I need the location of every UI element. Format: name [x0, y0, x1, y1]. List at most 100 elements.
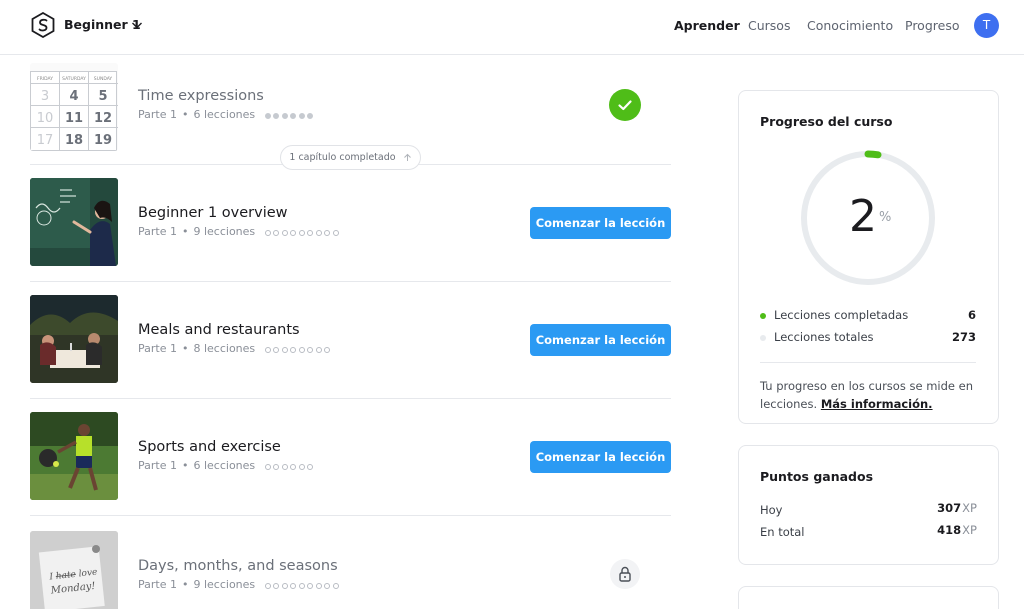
lesson-meta: Parte 1 • 6 lecciones — [138, 108, 316, 122]
total-lessons-value: 273 — [951, 330, 976, 344]
progress-dot — [324, 582, 331, 589]
completed-lessons-label: Lecciones completadas — [774, 308, 909, 322]
lesson-progress-dots — [264, 109, 316, 122]
progress-dot — [298, 463, 305, 470]
lesson-meta: Parte 1 • 8 lecciones — [138, 342, 333, 356]
progress-percent: 2 — [849, 191, 877, 242]
lesson-part: Parte 1 — [138, 225, 177, 238]
progress-dot — [298, 582, 305, 589]
calendar-number: 5 — [98, 89, 107, 104]
calendar-number: 18 — [65, 133, 83, 148]
lesson-meta: Parte 1 • 9 lecciones — [138, 225, 341, 239]
lesson-title: Days, months, and seasons — [138, 558, 338, 574]
chevron-down-icon[interactable] — [130, 18, 144, 32]
lesson-thumbnail — [30, 412, 118, 500]
progress-percent-sign: % — [879, 210, 892, 225]
lesson-row-days-months[interactable]: I hate love Monday! Days, months, and se… — [30, 515, 671, 609]
lesson-thumbnail — [30, 178, 118, 266]
progress-note: Tu progreso en los cursos se mide en lec… — [760, 377, 978, 413]
progress-dot — [307, 582, 314, 589]
chapter-completed-pill[interactable]: 1 capítulo completado — [280, 145, 421, 170]
restaurant-image — [30, 295, 118, 383]
progress-dot — [264, 463, 271, 470]
points-card-title: Puntos ganados — [760, 469, 874, 484]
lesson-part: Parte 1 — [138, 108, 177, 121]
calendar-day-saturday: SATURDAY — [62, 76, 86, 82]
progress-dot — [264, 582, 271, 589]
progress-divider — [760, 362, 976, 363]
calendar-number: 11 — [65, 111, 83, 126]
progress-dot — [315, 582, 322, 589]
start-lesson-button[interactable]: Comenzar la lección — [530, 207, 671, 239]
lesson-part: Parte 1 — [138, 459, 177, 472]
more-info-link[interactable]: Más información. — [821, 397, 933, 411]
progress-dot — [290, 112, 297, 119]
lesson-row-sports[interactable]: Sports and exercise Parte 1 • 6 lecciones … — [30, 398, 671, 515]
lesson-meta: Parte 1 • 9 lecciones — [138, 578, 341, 592]
calendar-day-sunday: SUNDAY — [94, 76, 113, 82]
calendar-number: 4 — [69, 89, 78, 104]
arrow-up-icon — [403, 153, 411, 161]
lesson-meta: Parte 1 • 6 lecciones — [138, 459, 316, 473]
progress-dot — [273, 229, 280, 236]
lesson-thumbnail: I hate love Monday! — [30, 531, 118, 609]
lesson-row-beginner-overview[interactable]: Beginner 1 overview Parte 1 • 9 lecciones … — [30, 164, 671, 281]
calendar-number: 19 — [94, 133, 112, 148]
lesson-progress-dots — [264, 460, 316, 473]
progress-dot — [264, 229, 271, 236]
progress-dot — [264, 112, 271, 119]
progress-dot — [298, 346, 305, 353]
progress-dot — [315, 346, 322, 353]
progress-dot — [298, 112, 305, 119]
lesson-thumbnail — [30, 295, 118, 383]
progress-dot — [273, 346, 280, 353]
progress-dot — [273, 582, 280, 589]
user-avatar[interactable]: T — [974, 13, 999, 38]
lesson-title: Meals and restaurants — [138, 322, 300, 338]
completed-legend-dot — [760, 313, 766, 319]
lesson-part: Parte 1 — [138, 578, 177, 591]
calendar-number: 3 — [41, 89, 49, 104]
progress-dot — [281, 582, 288, 589]
lesson-count: 6 lecciones — [193, 459, 256, 472]
progress-dot — [324, 229, 331, 236]
nav-cursos[interactable]: Cursos — [748, 18, 790, 33]
progress-card-title: Progreso del curso — [760, 114, 893, 129]
progress-dot — [307, 346, 314, 353]
progress-dot — [264, 346, 271, 353]
progress-dot — [298, 229, 305, 236]
points-today-label: Hoy — [760, 503, 783, 517]
progress-dot — [307, 229, 314, 236]
lesson-progress-dots — [264, 343, 333, 356]
lesson-progress-dots — [264, 579, 342, 592]
lesson-count: 9 lecciones — [193, 225, 256, 238]
total-lessons-label: Lecciones totales — [774, 330, 874, 344]
progress-dot — [290, 582, 297, 589]
progress-dot — [290, 346, 297, 353]
extra-card — [738, 586, 999, 609]
calendar-thumbnail: FRIDAY SATURDAY SUNDAY 3 4 5 10 11 12 17… — [30, 63, 118, 151]
lesson-title: Beginner 1 overview — [138, 205, 288, 221]
start-lesson-button[interactable]: Comenzar la lección — [530, 324, 671, 356]
progress-dot — [281, 346, 288, 353]
progress-dot — [324, 346, 331, 353]
calendar-number: 10 — [37, 111, 54, 126]
progress-dot — [332, 229, 339, 236]
calendar-number: 17 — [37, 133, 54, 148]
start-lesson-button[interactable]: Comenzar la lección — [530, 441, 671, 473]
progress-dot — [332, 582, 339, 589]
calendar-day-friday: FRIDAY — [37, 76, 53, 82]
completed-check-icon — [609, 89, 641, 121]
nav-progreso[interactable]: Progreso — [905, 18, 959, 33]
lesson-count: 9 lecciones — [193, 578, 256, 591]
progress-dot — [290, 229, 297, 236]
nav-conocimiento[interactable]: Conocimiento — [807, 18, 893, 33]
lesson-row-meals[interactable]: Meals and restaurants Parte 1 • 8 leccione… — [30, 281, 671, 398]
sticky-note-image: I hate love Monday! — [30, 531, 118, 609]
lock-icon — [610, 559, 640, 589]
progress-dot — [273, 112, 280, 119]
app-logo-icon[interactable] — [31, 12, 55, 38]
progress-dot — [307, 463, 314, 470]
nav-aprender[interactable]: Aprender — [674, 18, 740, 33]
lesson-count: 6 lecciones — [193, 108, 256, 121]
